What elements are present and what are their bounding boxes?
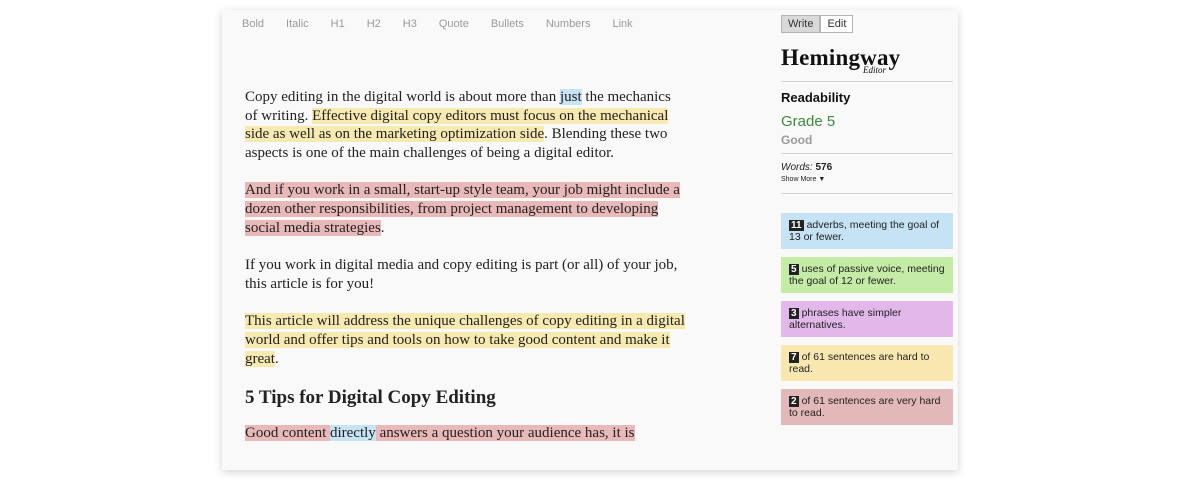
- words-label: Words:: [781, 162, 813, 173]
- h3-button[interactable]: H3: [403, 18, 417, 30]
- h1-button[interactable]: H1: [331, 18, 345, 30]
- adverbs-text: adverbs, meeting the goal of 13 or fewer…: [789, 219, 940, 243]
- phrases-count: 3: [789, 308, 799, 319]
- word-count: Words: 576: [781, 162, 953, 173]
- paragraph: Copy editing in the digital world is abo…: [245, 88, 685, 162]
- numbers-button[interactable]: Numbers: [546, 18, 591, 30]
- section-heading: 5 Tips for Digital Copy Editing: [245, 387, 496, 409]
- show-more-label: Show More: [781, 176, 817, 183]
- paragraph: Good content directly answers a question…: [245, 424, 685, 443]
- paragraph: This article will address the unique cha…: [245, 312, 685, 368]
- link-button[interactable]: Link: [612, 18, 632, 30]
- hard-count: 7: [789, 352, 799, 363]
- divider: [781, 81, 953, 82]
- adverb-highlight: just: [559, 89, 582, 105]
- adverbs-card: 11 adverbs, meeting the goal of 13 or few…: [781, 213, 953, 249]
- text-span: Copy editing in the digital world is abo…: [245, 89, 560, 105]
- paragraph: And if you work in a small, start-up sty…: [245, 181, 685, 237]
- phrases-text: phrases have simpler alternatives.: [789, 307, 902, 331]
- edit-mode-button[interactable]: Edit: [820, 15, 854, 33]
- logo-subtitle: Editor: [863, 65, 887, 75]
- h2-button[interactable]: H2: [367, 18, 381, 30]
- passive-voice-card: 5 uses of passive voice, meeting the goal…: [781, 257, 953, 293]
- passive-count: 5: [789, 264, 799, 275]
- text-span: answers a question your audience has, it…: [375, 425, 635, 442]
- mode-switch: Write Edit: [781, 15, 953, 33]
- text-span: .: [274, 350, 279, 367]
- quote-button[interactable]: Quote: [439, 18, 469, 30]
- analysis-cards: 11 adverbs, meeting the goal of 13 or few…: [781, 213, 953, 425]
- show-more-toggle[interactable]: Show More ▼: [781, 176, 953, 183]
- divider: [781, 153, 953, 154]
- readability-heading: Readability: [781, 90, 851, 105]
- very-hard-sentences-card: 2 of 61 sentences are very hard to read.: [781, 389, 953, 425]
- bold-button[interactable]: Bold: [242, 18, 264, 30]
- stats-sidebar: Write Edit Hemingway Editor Readability …: [781, 15, 953, 433]
- very-hard-sentence-highlight: And if you work in a small, start-up sty…: [245, 182, 680, 236]
- hard-sentences-card: 7 of 61 sentences are hard to read.: [781, 345, 953, 381]
- passive-text: uses of passive voice, meeting the goal …: [789, 263, 945, 287]
- text-span: .: [380, 219, 385, 236]
- hard-text: of 61 sentences are hard to read.: [789, 351, 930, 375]
- paragraph: If you work in digital media and copy ed…: [245, 257, 678, 292]
- very-hard-count: 2: [789, 396, 799, 407]
- hemingway-app: Bold Italic H1 H2 H3 Quote Bullets Numbe…: [222, 10, 958, 470]
- adverbs-count: 11: [789, 220, 804, 231]
- text-span: Good content: [245, 425, 330, 442]
- phrases-card: 3 phrases have simpler alternatives.: [781, 301, 953, 337]
- hard-sentence-highlight: This article will address the unique cha…: [245, 313, 685, 367]
- divider: [781, 193, 953, 194]
- grade-description: Good: [781, 133, 813, 147]
- grade-level: Grade 5: [781, 113, 836, 130]
- adverb-highlight: directly: [329, 425, 376, 442]
- caret-down-icon: ▼: [818, 176, 826, 183]
- format-toolbar: Bold Italic H1 H2 H3 Quote Bullets Numbe…: [242, 18, 655, 30]
- very-hard-text: of 61 sentences are very hard to read.: [789, 395, 941, 419]
- words-value: 576: [815, 162, 833, 173]
- italic-button[interactable]: Italic: [286, 18, 309, 30]
- write-mode-button[interactable]: Write: [781, 15, 821, 33]
- very-hard-sentence-highlight: Good content directly answers a question…: [245, 425, 635, 442]
- text-editor[interactable]: Copy editing in the digital world is abo…: [245, 88, 685, 462]
- bullets-button[interactable]: Bullets: [491, 18, 524, 30]
